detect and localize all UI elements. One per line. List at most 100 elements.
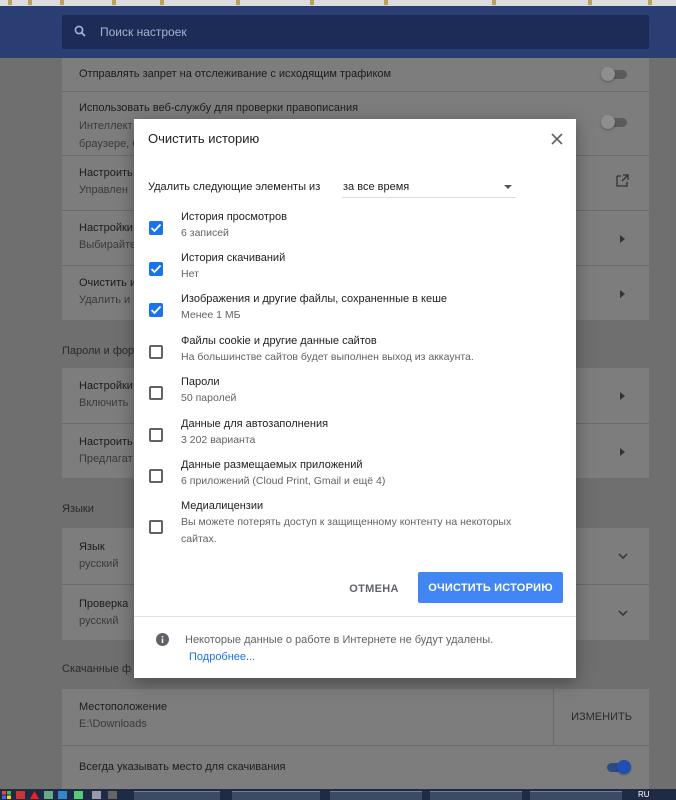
time-range-value: за все время bbox=[343, 181, 410, 193]
setting-row-ask-download[interactable]: Всегда указывать место для скачивания bbox=[62, 745, 649, 789]
setting-subtitle: Удалить и bbox=[79, 294, 131, 306]
close-icon bbox=[551, 133, 563, 145]
chevron-down-icon bbox=[618, 553, 628, 559]
data-type-label: Данные для автозаполнения bbox=[181, 418, 329, 430]
checkbox[interactable] bbox=[149, 303, 163, 317]
app-icon[interactable] bbox=[30, 791, 39, 799]
setting-title: Настроить bbox=[79, 436, 133, 448]
taskbar-window[interactable] bbox=[232, 791, 320, 800]
search-box[interactable] bbox=[62, 15, 649, 49]
checkbox[interactable] bbox=[149, 520, 163, 534]
data-type-label: Пароли bbox=[181, 376, 220, 388]
checkbox[interactable] bbox=[149, 221, 163, 235]
search-input[interactable] bbox=[100, 23, 620, 41]
taskbar-window[interactable] bbox=[330, 791, 422, 800]
app-icon[interactable] bbox=[44, 791, 53, 799]
clear-history-dialog: Очистить историю Удалить следующие элеме… bbox=[134, 119, 576, 678]
chevron-right-icon bbox=[620, 448, 625, 456]
setting-subtitle: Предлагат bbox=[79, 453, 133, 465]
settings-header bbox=[0, 6, 676, 58]
setting-subtitle: русский bbox=[79, 615, 119, 627]
setting-subtitle: браузере, G bbox=[79, 138, 141, 150]
app-icon[interactable] bbox=[74, 791, 83, 799]
checkbox[interactable] bbox=[149, 345, 163, 359]
data-type-detail: 6 записей bbox=[181, 227, 229, 239]
dropdown-arrow-icon bbox=[504, 185, 512, 189]
setting-title: Настройки bbox=[79, 222, 133, 234]
data-type-label: Файлы cookie и другие данные сайтов bbox=[181, 335, 377, 347]
setting-title: Язык bbox=[79, 541, 105, 553]
setting-subtitle: русский bbox=[79, 558, 119, 570]
cancel-button[interactable]: ОТМЕНА bbox=[342, 573, 406, 604]
data-type-item[interactable]: Пароли 50 паролей bbox=[134, 376, 576, 416]
data-type-label: История скачиваний bbox=[181, 252, 286, 264]
setting-subtitle: Включить bbox=[79, 397, 129, 409]
section-title-passwords: Пароли и фор bbox=[62, 345, 135, 357]
checkmark-icon bbox=[150, 223, 162, 233]
setting-title: Всегда указывать место для скачивания bbox=[79, 761, 286, 773]
data-type-label: Изображения и другие файлы, сохраненные … bbox=[181, 293, 448, 305]
setting-row-download-location: Местоположение E:\Downloads ИЗМЕНИТЬ bbox=[62, 689, 649, 745]
dialog-title: Очистить историю bbox=[148, 131, 260, 146]
data-type-item[interactable]: Медиалицензии Вы можете потерять доступ к… bbox=[134, 500, 576, 545]
setting-subtitle: Выбирайте bbox=[79, 239, 137, 251]
dialog-footer: Некоторые данные о работе в Интернете не… bbox=[134, 616, 576, 678]
search-icon bbox=[74, 25, 86, 37]
data-type-detail: 6 приложений (Cloud Print, Gmail и ещё 4… bbox=[181, 475, 386, 487]
data-type-item[interactable]: Данные размещаемых приложений 6 приложени… bbox=[134, 459, 576, 499]
taskbar-window[interactable] bbox=[430, 791, 522, 800]
close-button[interactable] bbox=[547, 129, 567, 149]
chevron-right-icon bbox=[620, 392, 625, 400]
change-location-button[interactable]: ИЗМЕНИТЬ bbox=[553, 689, 649, 745]
setting-title: Использовать веб-службу для проверки пра… bbox=[79, 102, 359, 114]
taskbar-window[interactable] bbox=[134, 791, 220, 800]
data-type-item[interactable]: Файлы cookie и другие данные сайтов На бо… bbox=[134, 335, 576, 375]
data-type-label: Медиалицензии bbox=[181, 500, 264, 512]
data-type-detail: Вы можете потерять доступ к защищенному … bbox=[181, 516, 512, 528]
checkbox[interactable] bbox=[149, 469, 163, 483]
data-type-item[interactable]: История просмотров 6 записей bbox=[134, 211, 576, 251]
data-type-detail: 3 202 варианта bbox=[181, 434, 256, 446]
taskbar: RU bbox=[0, 789, 676, 800]
checkmark-icon bbox=[150, 264, 162, 274]
app-icon[interactable] bbox=[58, 791, 67, 799]
data-type-detail: сайтах. bbox=[181, 533, 217, 545]
ask-download-toggle[interactable] bbox=[605, 760, 631, 774]
checkbox[interactable] bbox=[149, 262, 163, 276]
start-icon[interactable] bbox=[2, 791, 11, 799]
checkbox[interactable] bbox=[149, 428, 163, 442]
learn-more-link[interactable]: Подробнее... bbox=[189, 651, 255, 663]
time-range-label: Удалить следующие элементы из bbox=[148, 181, 321, 193]
chevron-right-icon bbox=[620, 290, 625, 298]
data-type-label: История просмотров bbox=[181, 211, 287, 223]
external-link-icon bbox=[616, 174, 629, 187]
section-title-languages: Языки bbox=[62, 503, 94, 515]
app-icon[interactable] bbox=[92, 791, 101, 799]
data-type-item[interactable]: Данные для автозаполнения 3 202 варианта bbox=[134, 418, 576, 458]
info-icon bbox=[156, 633, 169, 646]
taskbar-window[interactable] bbox=[530, 791, 622, 800]
data-type-item[interactable]: История скачиваний Нет bbox=[134, 252, 576, 292]
setting-subtitle: Управлен bbox=[79, 184, 128, 196]
app-icon[interactable] bbox=[16, 791, 25, 799]
app-icon[interactable] bbox=[108, 791, 117, 799]
clear-history-button[interactable]: ОЧИСТИТЬ ИСТОРИЮ bbox=[418, 572, 563, 603]
keyboard-language[interactable]: RU bbox=[638, 790, 650, 799]
data-type-detail: 50 паролей bbox=[181, 392, 237, 404]
setting-title: Настройки bbox=[79, 380, 133, 392]
spellcheck-toggle[interactable] bbox=[601, 115, 627, 129]
data-type-label: Данные размещаемых приложений bbox=[181, 459, 363, 471]
download-location-value: E:\Downloads bbox=[79, 718, 147, 730]
setting-title: Отправлять запрет на отслеживание с исхо… bbox=[79, 68, 392, 80]
setting-row-do-not-track[interactable]: Отправлять запрет на отслеживание с исхо… bbox=[62, 58, 649, 91]
setting-title: Очистить и bbox=[79, 277, 137, 289]
data-type-detail: Нет bbox=[181, 268, 199, 280]
time-range-select[interactable]: за все время bbox=[342, 176, 516, 198]
data-type-detail: На большинстве сайтов будет выполнен вых… bbox=[181, 351, 474, 363]
do-not-track-toggle[interactable] bbox=[601, 67, 627, 81]
setting-title: Проверка bbox=[79, 598, 129, 610]
footer-notice: Некоторые данные о работе в Интернете не… bbox=[185, 634, 494, 646]
chevron-right-icon bbox=[620, 235, 625, 243]
checkbox[interactable] bbox=[149, 386, 163, 400]
data-type-item[interactable]: Изображения и другие файлы, сохраненные … bbox=[134, 293, 576, 333]
